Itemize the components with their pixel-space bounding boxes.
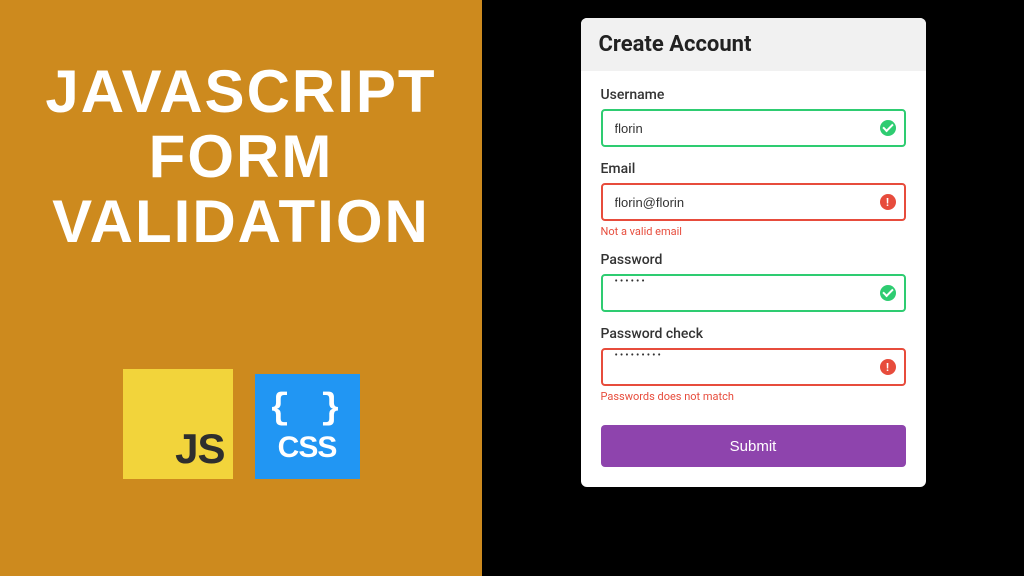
password-check-label: Password check — [601, 326, 906, 342]
username-input-wrap — [601, 109, 906, 147]
password-input[interactable]: •••••• — [601, 274, 906, 312]
field-password-check: Password check ••••••••• Passwords does … — [601, 326, 906, 403]
password-check-error: Passwords does not match — [601, 390, 906, 403]
hero-title-line2: Form — [45, 125, 436, 190]
signup-card: Create Account Username Email Not a vali… — [581, 18, 926, 487]
exclamation-circle-icon — [880, 359, 896, 375]
email-input-wrap — [601, 183, 906, 221]
password-input-wrap: •••••• — [601, 274, 906, 312]
email-input[interactable] — [601, 183, 906, 221]
email-error: Not a valid email — [601, 225, 906, 238]
card-title: Create Account — [599, 32, 908, 57]
tech-badges: JS { } CSS — [123, 369, 360, 479]
username-input[interactable] — [601, 109, 906, 147]
js-badge: JS — [123, 369, 233, 479]
hero-title-line1: JavaScript — [45, 60, 436, 125]
js-badge-label: JS — [175, 425, 224, 473]
braces-icon: { } — [269, 388, 346, 429]
password-check-input-wrap: ••••••••• — [601, 348, 906, 386]
exclamation-circle-icon — [880, 194, 896, 210]
username-label: Username — [601, 87, 906, 103]
field-username: Username — [601, 87, 906, 147]
field-email: Email Not a valid email — [601, 161, 906, 238]
email-label: Email — [601, 161, 906, 177]
field-password: Password •••••• — [601, 252, 906, 312]
form-panel: Create Account Username Email Not a vali… — [482, 0, 1024, 576]
password-label: Password — [601, 252, 906, 268]
check-circle-icon — [880, 285, 896, 301]
css-badge: { } CSS — [255, 374, 360, 479]
hero-panel: JavaScript Form Validation JS { } CSS — [0, 0, 482, 576]
hero-title-line3: Validation — [45, 190, 436, 255]
card-body: Username Email Not a valid email Passwor… — [581, 71, 926, 487]
password-check-input[interactable]: ••••••••• — [601, 348, 906, 386]
submit-button[interactable]: Submit — [601, 425, 906, 467]
hero-title: JavaScript Form Validation — [45, 60, 436, 254]
check-circle-icon — [880, 120, 896, 136]
css-badge-label: CSS — [278, 431, 337, 465]
card-header: Create Account — [581, 18, 926, 71]
